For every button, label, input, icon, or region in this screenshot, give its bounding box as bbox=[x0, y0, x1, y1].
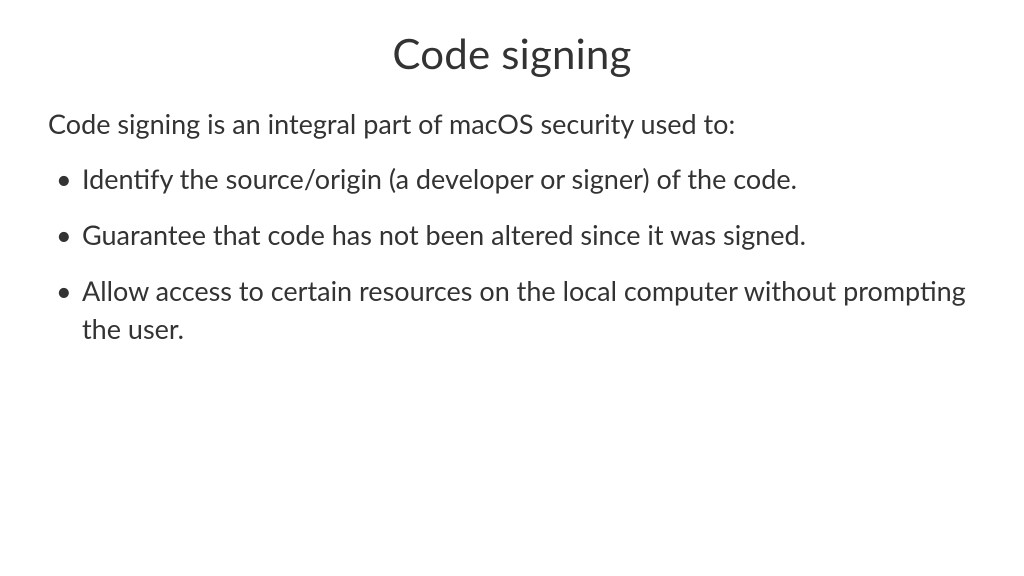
bullet-icon: • bbox=[54, 272, 82, 310]
bullet-text: Identify the source/origin (a developer … bbox=[82, 160, 976, 198]
bullet-text: Guarantee that code has not been altered… bbox=[82, 216, 976, 254]
intro-paragraph: Code signing is an integral part of macO… bbox=[48, 106, 976, 142]
slide-title: Code signing bbox=[48, 28, 976, 78]
bullet-icon: • bbox=[54, 216, 82, 254]
bullet-list: • Identify the source/origin (a develope… bbox=[48, 160, 976, 347]
list-item: • Allow access to certain resources on t… bbox=[54, 272, 976, 348]
list-item: • Identify the source/origin (a develope… bbox=[54, 160, 976, 198]
list-item: • Guarantee that code has not been alter… bbox=[54, 216, 976, 254]
bullet-icon: • bbox=[54, 160, 82, 198]
bullet-text: Allow access to certain resources on the… bbox=[82, 272, 976, 348]
